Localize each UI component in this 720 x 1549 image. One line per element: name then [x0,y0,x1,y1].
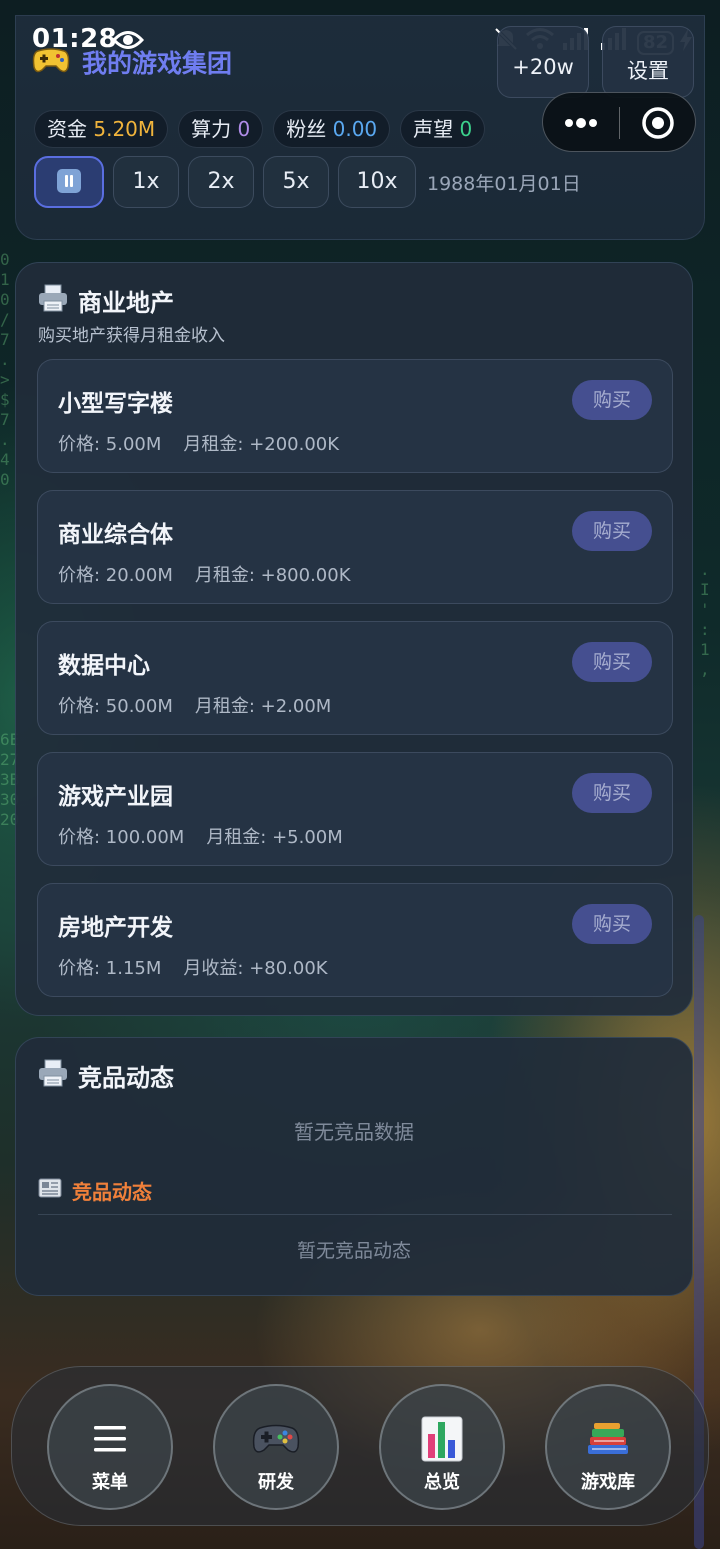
stat-funds: 资金 5.20M [34,110,169,148]
newspaper-icon [38,1177,64,1204]
property-price: 价格: 1.15M [58,958,162,979]
bar-chart-icon [381,1416,503,1462]
nav-library-button[interactable]: 游戏库 [545,1384,671,1510]
property-income: 月租金: +2.00M [194,696,332,717]
stat-fans: 粉丝 0.00 [273,110,391,148]
property-income: 月租金: +5.00M [206,827,343,848]
real-estate-card: 商业地产 购买地产获得月租金收入 小型写字楼 价格: 5.00M 月租金: +20… [15,262,693,1016]
speed-controls: 1x 2x 5x 10x 1988年01月01日 [34,156,581,208]
nav-research-button[interactable]: 研发 [213,1384,339,1510]
competitor-title: 竞品动态 [38,1058,174,1093]
buy-button[interactable]: 购买 [572,773,652,813]
property-name: 房地产开发 [58,915,173,941]
stat-compute: 算力 0 [178,110,264,148]
competitor-news-heading: 竞品动态 [38,1176,152,1205]
menu-icon [49,1416,171,1462]
property-item: 小型写字楼 价格: 5.00M 月租金: +200.00K 购买 [37,359,673,473]
miniprogram-capsule [542,92,696,152]
property-name: 数据中心 [58,653,150,679]
property-income: 月租金: +800.00K [194,565,351,586]
speed-10x-button[interactable]: 10x [338,156,416,208]
property-item: 数据中心 价格: 50.00M 月租金: +2.00M 购买 [37,621,673,735]
gamepad-logo-icon [32,45,70,79]
real-estate-title-text: 商业地产 [78,289,174,317]
competitor-title-text: 竞品动态 [78,1064,174,1092]
app-title: 我的游戏集团 [82,49,233,78]
nav-library-label: 游戏库 [581,1472,635,1493]
nav-menu-button[interactable]: 菜单 [47,1384,173,1510]
property-item: 房地产开发 价格: 1.15M 月收益: +80.00K 购买 [37,883,673,997]
close-target-icon[interactable] [641,106,675,144]
competitor-news-title: 竞品动态 [72,1180,152,1204]
real-estate-title: 商业地产 [38,283,174,318]
competitor-empty-data: 暂无竞品数据 [294,1120,414,1144]
competitor-card: 竞品动态 暂无竞品数据 竞品动态 暂无竞品动态 [15,1037,693,1296]
speed-2x-button[interactable]: 2x [188,156,254,208]
nav-overview-button[interactable]: 总览 [379,1384,505,1510]
books-icon [547,1416,669,1462]
printer-icon [38,284,68,318]
resource-stats: 资金 5.20M 算力 0 粉丝 0.00 声望 0 [34,110,486,148]
matrix-bg-left: 0 1 0 / 7 . > $ 7 . 4 0 [0,250,10,489]
real-estate-subtitle: 购买地产获得月租金收入 [38,326,225,346]
app-title-row: 我的游戏集团 [32,44,232,80]
printer-icon [38,1059,68,1093]
property-price: 价格: 100.00M [58,827,185,848]
game-date: 1988年01月01日 [427,172,581,195]
stat-reputation: 声望 0 [400,110,486,148]
property-name: 游戏产业园 [58,784,173,810]
property-item: 游戏产业园 价格: 100.00M 月租金: +5.00M 购买 [37,752,673,866]
nav-research-label: 研发 [258,1472,294,1493]
property-price: 价格: 5.00M [58,434,162,455]
pause-button[interactable] [34,156,104,208]
pause-icon [57,169,81,193]
buy-button[interactable]: 购买 [572,642,652,682]
bottom-nav: 菜单 研发 总览 游戏库 [11,1366,709,1526]
property-item: 商业综合体 价格: 20.00M 月租金: +800.00K 购买 [37,490,673,604]
matrix-bg-right: . I ' : 1 , [700,560,710,679]
more-dots-icon[interactable] [563,111,599,139]
buy-button[interactable]: 购买 [572,511,652,551]
competitor-empty-news: 暂无竞品动态 [296,1240,411,1262]
property-price: 价格: 50.00M [58,696,173,717]
property-name: 小型写字楼 [58,391,173,417]
buy-button[interactable]: 购买 [572,380,652,420]
property-name: 商业综合体 [58,522,173,548]
nav-menu-label: 菜单 [92,1472,128,1493]
buy-button[interactable]: 购买 [572,904,652,944]
speed-1x-button[interactable]: 1x [113,156,179,208]
divider [38,1214,672,1215]
gamepad-icon [215,1416,337,1462]
speed-5x-button[interactable]: 5x [263,156,329,208]
bonus-button[interactable]: +20w [497,26,589,98]
settings-button[interactable]: 设置 [602,26,694,98]
property-income: 月租金: +200.00K [183,434,340,455]
property-income: 月收益: +80.00K [183,958,328,979]
nav-overview-label: 总览 [424,1472,460,1493]
property-price: 价格: 20.00M [58,565,173,586]
